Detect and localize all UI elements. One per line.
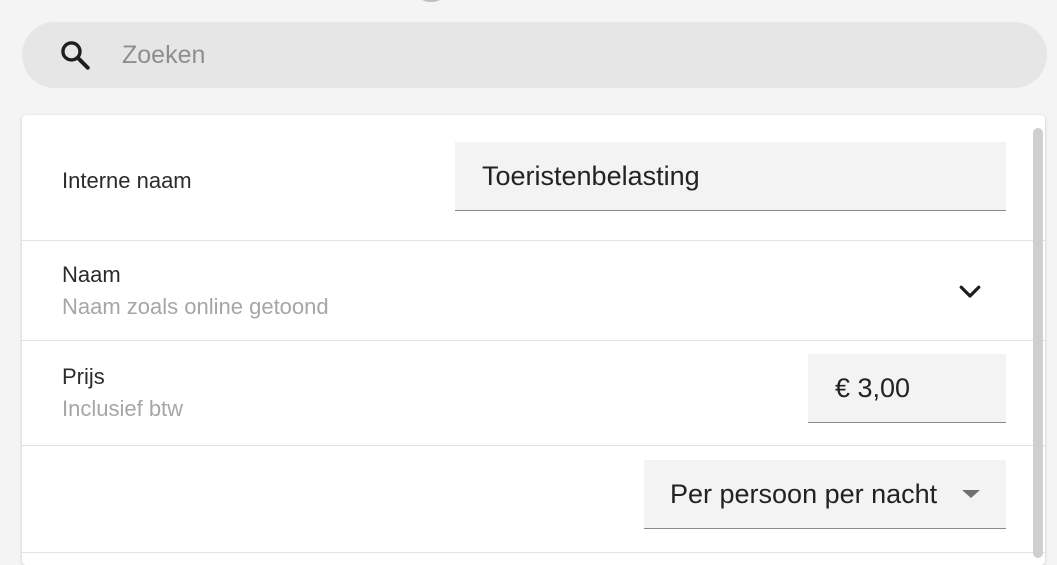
search-bar[interactable] (22, 22, 1047, 88)
price-sublabel: Inclusief btw (62, 396, 184, 421)
search-icon[interactable] (58, 38, 92, 72)
price-label: Prijs (62, 364, 105, 389)
internal-name-row: Interne naam Toeristenbelasting (22, 115, 1045, 241)
unit-select[interactable]: Per persoon per nacht (644, 460, 1006, 529)
unit-row: Per persoon per nacht (22, 446, 1045, 553)
internal-name-value[interactable]: Toeristenbelasting (482, 161, 700, 192)
unit-select-value[interactable]: Per persoon per nacht (670, 479, 937, 510)
name-label: Naam (62, 262, 121, 287)
price-row: Prijs Inclusief btw € 3,00 (22, 341, 1045, 446)
settings-card: Interne naam Toeristenbelasting Naam Naa… (22, 115, 1045, 565)
header-fragment (420, 0, 442, 2)
caret-down-icon[interactable] (962, 490, 980, 498)
name-sublabel: Naam zoals online getoond (62, 294, 329, 319)
internal-name-label: Interne naam (62, 168, 192, 193)
price-field[interactable]: € 3,00 (808, 354, 1006, 423)
price-value[interactable]: € 3,00 (835, 373, 910, 404)
chevron-down-icon[interactable] (955, 276, 985, 306)
name-row[interactable]: Naam Naam zoals online getoond (22, 241, 1045, 341)
internal-name-field[interactable]: Toeristenbelasting (455, 142, 1006, 211)
search-input[interactable] (120, 39, 1004, 71)
scrollbar[interactable] (1033, 128, 1043, 558)
